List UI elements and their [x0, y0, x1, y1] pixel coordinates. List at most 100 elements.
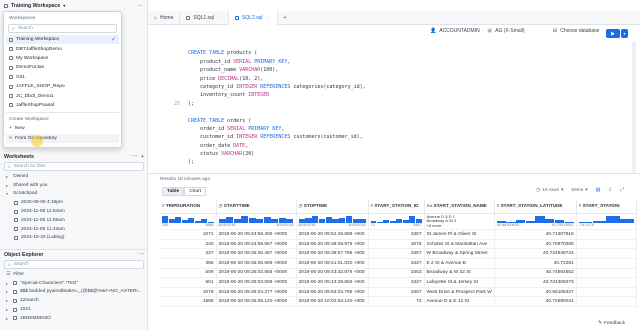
column-header[interactable]: # START_STATION_ID	[368, 199, 425, 214]
table-cell[interactable]: 3467	[368, 248, 425, 260]
table-cell[interactable]: 3076	[368, 239, 425, 250]
table-cell[interactable]: 40.71307916	[494, 229, 577, 240]
column-header[interactable]: # START_STATION	[576, 199, 637, 214]
database-item[interactable]: ▸ $$$.bedded pyairedleabrs=_(@$$@%&#+NO_A…	[0, 288, 147, 297]
table-cell[interactable]	[576, 277, 637, 288]
table-row[interactable]: 509 2018-06-20 09:35:02.855 +0000 2018-06-…	[160, 268, 637, 279]
table-cell[interactable]: 1079	[160, 287, 217, 298]
table-cell[interactable]: 2018-06-20 09:38:49.975 +000	[296, 239, 369, 250]
filter-button[interactable]: ☰ Filter	[0, 270, 147, 279]
column-header[interactable]: # START_STATION_LATITUDE	[494, 199, 577, 214]
column-header[interactable]: # TRIPDURATION	[160, 199, 217, 214]
worksheet-item[interactable]: 2024-11-08 11:54am	[0, 207, 147, 216]
table-row[interactable]: 1071 2018-06-20 09:34:58.405 +0000 2018-06…	[160, 229, 637, 240]
more-icon[interactable]: ⋯	[138, 3, 143, 9]
table-cell[interactable]: 2018-06-20 09:34:59.567 +0000	[216, 239, 297, 250]
expand-icon[interactable]: ⤢	[620, 187, 624, 193]
table-cell[interactable]: W Broadway & Spring Street	[424, 248, 495, 260]
code-line[interactable]: 25);	[148, 100, 628, 108]
table-cell[interactable]: 237	[160, 248, 217, 260]
table-cell[interactable]: 3427	[368, 258, 425, 269]
table-row[interactable]: 501 2018-06-20 09:35:03.006 +0000 2018-06-…	[160, 277, 637, 288]
table-row[interactable]: 1668 2018-06-20 09:35:05.120 +0000 2018-06…	[160, 296, 637, 308]
run-button[interactable]: ▶	[606, 29, 620, 38]
table-cell[interactable]: 2018-06-20 09:35:04.377 +0000	[216, 287, 297, 298]
table-cell[interactable]: 72	[368, 296, 425, 308]
more-icon[interactable]: ⋯	[139, 252, 144, 258]
table-cell[interactable]: 501	[160, 277, 217, 288]
table-cell[interactable]: 2018-06-20 09:53:03.795 +000	[296, 287, 369, 298]
table-cell[interactable]: 2018-06-20 09:35:00.487 +0000	[216, 248, 297, 260]
code-line[interactable]: product_id SERIAL PRIMARY KEY,	[148, 58, 628, 66]
tab-sql1[interactable]: SQL1.sql ⋯	[180, 10, 229, 25]
workspace-option[interactable]: Training Workspace ✓	[6, 35, 119, 45]
table-cell[interactable]: 3427	[368, 277, 425, 288]
new-workspace-button[interactable]: + New	[6, 124, 119, 133]
table-cell[interactable]: 2018-06-20 09:34:58.405 +0000	[216, 229, 297, 240]
more-icon[interactable]: ⋯	[132, 154, 137, 160]
code-line[interactable]	[148, 41, 628, 49]
code-line[interactable]: order_date DATE,	[148, 142, 628, 150]
sql-editor[interactable]: CREATE TABLE products ( product_id SERIA…	[148, 41, 628, 173]
column-stats-icon[interactable]: ▤	[596, 188, 601, 193]
column-header[interactable]: Aa START_STATION_NAME	[424, 199, 495, 214]
database-item[interactable]: ▸ 1021	[0, 305, 147, 314]
workspace-option[interactable]: DemoForJan	[6, 63, 119, 72]
table-cell[interactable]: 2018-06-20 09:38:57.765 +000	[296, 248, 369, 260]
table-cell[interactable]: 2018-06-20 09:35:03.006 +0000	[216, 277, 297, 288]
table-row[interactable]: 237 2018-06-20 09:35:00.487 +0000 2018-06-…	[160, 248, 637, 260]
table-cell[interactable]: 40.66106327	[494, 287, 577, 298]
worksheet-item[interactable]: 2024-11-06 11:43am	[0, 225, 147, 234]
table-cell[interactable]	[576, 248, 637, 260]
table-row[interactable]: 1079 2018-06-20 09:35:04.377 +0000 2018-06…	[160, 287, 637, 298]
table-cell[interactable]: 40.72580041	[494, 296, 577, 308]
role-selector[interactable]: 👤 ACCOUNTADMIN · ▣ AG (X-Small)	[430, 28, 525, 34]
code-line[interactable]: product_name VARCHAR(100),	[148, 66, 628, 74]
table-cell[interactable]	[576, 229, 637, 240]
table-cell[interactable]: 356	[160, 258, 217, 269]
code-line[interactable]: inventory_count INTEGER	[148, 91, 628, 99]
table-view-tab[interactable]: Table	[162, 187, 185, 196]
table-cell[interactable]: West Drive & Prospect Park W	[424, 287, 495, 298]
code-line[interactable]: CREATE TABLE products (	[148, 49, 628, 57]
add-icon[interactable]: +	[141, 154, 144, 160]
code-line[interactable]: price DECIMAL(10, 2),	[148, 75, 628, 83]
code-line[interactable]: category_id INTEGER REFERENCES categorie…	[148, 83, 628, 91]
table-cell[interactable]: 2018-06-20 09:35:05.120 +0000	[216, 296, 297, 308]
duration-selector[interactable]: 56ms ▾	[571, 188, 587, 193]
workspace-option[interactable]: DBTJaffleShopDemo	[6, 44, 119, 53]
table-cell[interactable]: 1071	[160, 229, 217, 240]
from-git-button[interactable]: ⑂From Git repository	[6, 133, 119, 143]
table-cell[interactable]	[576, 296, 637, 308]
row-count-selector[interactable]: ◷ 10 rows ▾	[536, 188, 563, 193]
table-cell[interactable]: 2018-06-20 09:52:49.895 +000	[296, 229, 369, 240]
worksheet-item[interactable]: 2024-10-20 (Lablog)	[0, 234, 147, 243]
table-cell[interactable]	[576, 239, 637, 250]
download-icon[interactable]: ⇩	[608, 188, 612, 193]
workspace-option[interactable]: JAFFLE_SHOP_Repo	[6, 82, 119, 91]
editor-scrollbar[interactable]	[632, 41, 636, 173]
database-item[interactable]: ▸ 12march	[0, 296, 147, 305]
code-line[interactable]: customer_id INTEGER REFERENCES customers…	[148, 133, 628, 141]
table-cell[interactable]: 2018-06-20 09:43:32.876 +000	[296, 268, 369, 279]
chart-view-tab[interactable]: Chart	[184, 187, 206, 196]
table-cell[interactable]: Scholes St & Manhattan Ave	[424, 239, 495, 250]
table-cell[interactable]	[576, 287, 637, 298]
table-cell[interactable]: 2018-06-20 09:43:29.865 +000	[296, 277, 369, 288]
database-item[interactable]: ▸ "Special-Characters"."Test"	[0, 279, 147, 288]
table-cell[interactable]: 1668	[160, 296, 217, 308]
table-cell[interactable]: Avenue D & E 12 St	[424, 296, 495, 308]
table-cell[interactable]: 2018-06-20 10:02:53.140 +000	[296, 296, 369, 308]
worksheet-item[interactable]: 2024-11-06 11:59am	[0, 216, 147, 225]
workspace-option[interactable]: My Workspace	[6, 54, 119, 63]
table-cell[interactable]: 3467	[368, 229, 425, 240]
database-selector[interactable]: ⛁ Choose database	[553, 28, 599, 34]
table-cell[interactable]: 40.74864862	[494, 268, 577, 279]
table-row[interactable]: 356 2018-06-20 09:35:00.889 +0000 2018-06-…	[160, 258, 637, 269]
more-icon[interactable]: ⋯	[217, 15, 222, 21]
worksheets-shared[interactable]: ▸ Shared with you	[0, 181, 147, 190]
table-cell[interactable]: 3467	[368, 287, 425, 298]
worksheets-scratchpad[interactable]: ▾ Scratchpad	[0, 190, 147, 199]
database-item[interactable]: ▸ 1BDEMDEMO	[0, 314, 147, 323]
table-cell[interactable]: E 2 St & Avenue B	[424, 258, 495, 269]
